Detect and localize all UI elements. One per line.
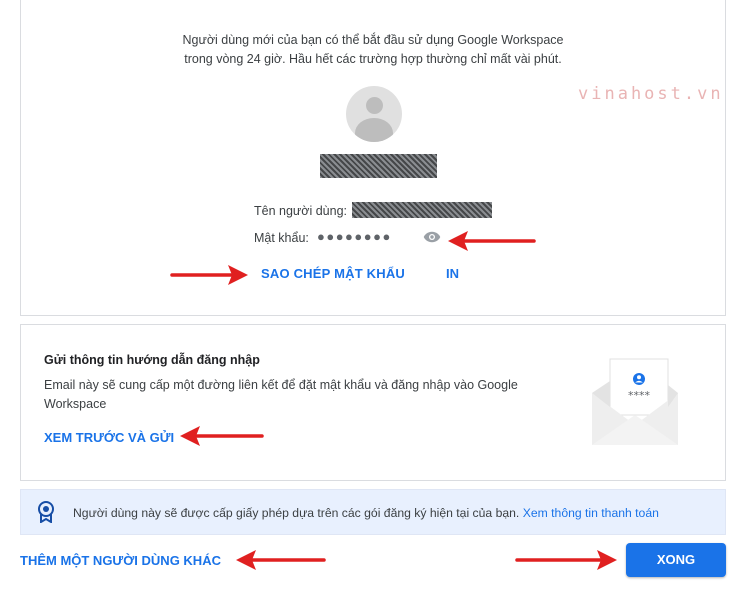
annotation-arrow-preview bbox=[180, 426, 264, 446]
envelope-mask-text: **** bbox=[628, 389, 651, 402]
send-signin-card: Gửi thông tin hướng dẫn đăng nhập Email … bbox=[20, 324, 726, 481]
annotation-arrow-add-user bbox=[236, 550, 326, 570]
preview-and-send-link[interactable]: XEM TRƯỚC VÀ GỬI bbox=[44, 430, 174, 445]
license-info-text: Người dùng này sẽ được cấp giấy phép dựa… bbox=[73, 506, 659, 520]
password-masked-value: ●●●●●●●● bbox=[317, 229, 392, 244]
redacted-username-value bbox=[352, 202, 492, 218]
annotation-arrow-copy bbox=[170, 265, 248, 285]
license-ribbon-icon bbox=[38, 501, 54, 523]
username-label: Tên người dùng: bbox=[254, 204, 348, 218]
vinahost-watermark: vinahost.vn bbox=[578, 84, 724, 104]
add-another-user-link[interactable]: THÊM MỘT NGƯỜI DÙNG KHÁC bbox=[20, 553, 221, 568]
copy-password-link[interactable]: SAO CHÉP MẬT KHẨU bbox=[261, 266, 405, 281]
avatar-placeholder-icon bbox=[346, 86, 402, 142]
print-link[interactable]: IN bbox=[446, 266, 459, 281]
intro-line-1: Người dùng mới của bạn có thể bắt đầu sử… bbox=[182, 33, 564, 47]
annotation-arrow-done bbox=[515, 550, 617, 570]
intro-line-2: trong vòng 24 giờ. Hầu hết các trường hợ… bbox=[184, 52, 562, 66]
redacted-user-name bbox=[320, 154, 437, 178]
user-created-card: Người dùng mới của bạn có thể bắt đầu sử… bbox=[20, 0, 726, 316]
intro-text: Người dùng mới của bạn có thể bắt đầu sử… bbox=[21, 31, 725, 69]
license-info-banner: Người dùng này sẽ được cấp giấy phép dựa… bbox=[20, 489, 726, 535]
annotation-arrow-eye bbox=[448, 231, 536, 251]
password-label: Mật khẩu: bbox=[254, 231, 309, 245]
visibility-eye-icon[interactable] bbox=[423, 230, 441, 244]
signin-card-title: Gửi thông tin hướng dẫn đăng nhập bbox=[44, 353, 260, 367]
done-button[interactable]: XONG bbox=[626, 543, 726, 577]
signin-card-description: Email này sẽ cung cấp một đường liên kết… bbox=[44, 378, 518, 411]
envelope-icon: **** bbox=[592, 358, 678, 445]
billing-info-link[interactable]: Xem thông tin thanh toán bbox=[523, 506, 659, 520]
license-text: Người dùng này sẽ được cấp giấy phép dựa… bbox=[73, 506, 520, 520]
